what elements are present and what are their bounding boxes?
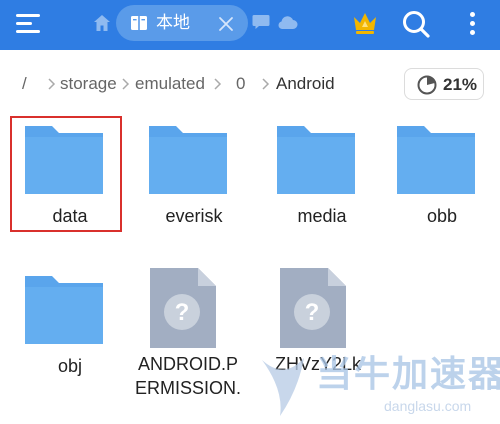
file-name: data (52, 206, 88, 226)
storage-usage-badge[interactable]: 21% (404, 68, 484, 100)
folder-icon (397, 126, 475, 194)
svg-text:?: ? (305, 299, 320, 326)
folder-item-obj[interactable]: obj (14, 272, 126, 398)
search-icon[interactable] (400, 8, 432, 40)
folder-icon (25, 276, 103, 344)
folder-icon (25, 126, 103, 194)
breadcrumb-android[interactable]: Android (276, 74, 335, 94)
file-name: obb (426, 206, 458, 226)
folder-item-obb[interactable]: obb (386, 122, 498, 248)
breadcrumb-emulated[interactable]: emulated (135, 74, 205, 94)
breadcrumb-storage[interactable]: storage (60, 74, 117, 94)
close-icon[interactable] (216, 14, 236, 34)
file-name: ZHVzY2Lk (274, 354, 362, 374)
chevron-right-icon (214, 78, 222, 90)
crown-icon[interactable] (350, 8, 380, 36)
svg-text:?: ? (175, 299, 190, 326)
file-name: media (297, 206, 347, 226)
folder-icon (149, 126, 227, 194)
book-icon (131, 16, 147, 30)
file-item-android-permission[interactable]: ? ANDROID.P ERMISSION. (132, 266, 244, 398)
file-name: everisk (165, 206, 223, 226)
menu-icon[interactable] (12, 10, 42, 38)
unknown-file-icon: ? (150, 268, 216, 348)
chevron-right-icon (262, 78, 270, 90)
cloud-icon[interactable] (276, 14, 298, 30)
home-icon[interactable] (92, 13, 112, 33)
file-name: obj (57, 356, 83, 376)
folder-icon (277, 126, 355, 194)
folder-item-everisk[interactable]: everisk (138, 122, 250, 248)
breadcrumb-0[interactable]: 0 (236, 74, 245, 94)
more-vertical-icon[interactable] (466, 10, 480, 38)
chevron-right-icon (48, 78, 56, 90)
breadcrumb-root[interactable]: / (22, 74, 27, 94)
unknown-file-icon: ? (280, 268, 346, 348)
tab-local-label: 本地 (156, 13, 190, 32)
chat-icon[interactable] (252, 14, 270, 30)
top-app-bar: 本地 (0, 0, 500, 50)
pie-chart-icon (417, 75, 437, 95)
file-name: ANDROID.P ERMISSION. (134, 354, 241, 398)
watermark-sub: danglasu.com (384, 398, 472, 414)
folder-item-data[interactable]: data (14, 122, 126, 248)
file-item-zhvzy2lk[interactable]: ? ZHVzY2Lk (262, 266, 374, 392)
tab-local[interactable]: 本地 (116, 5, 248, 41)
storage-usage-percent: 21% (443, 75, 478, 94)
folder-item-media[interactable]: media (266, 122, 378, 248)
chevron-right-icon (122, 78, 130, 90)
